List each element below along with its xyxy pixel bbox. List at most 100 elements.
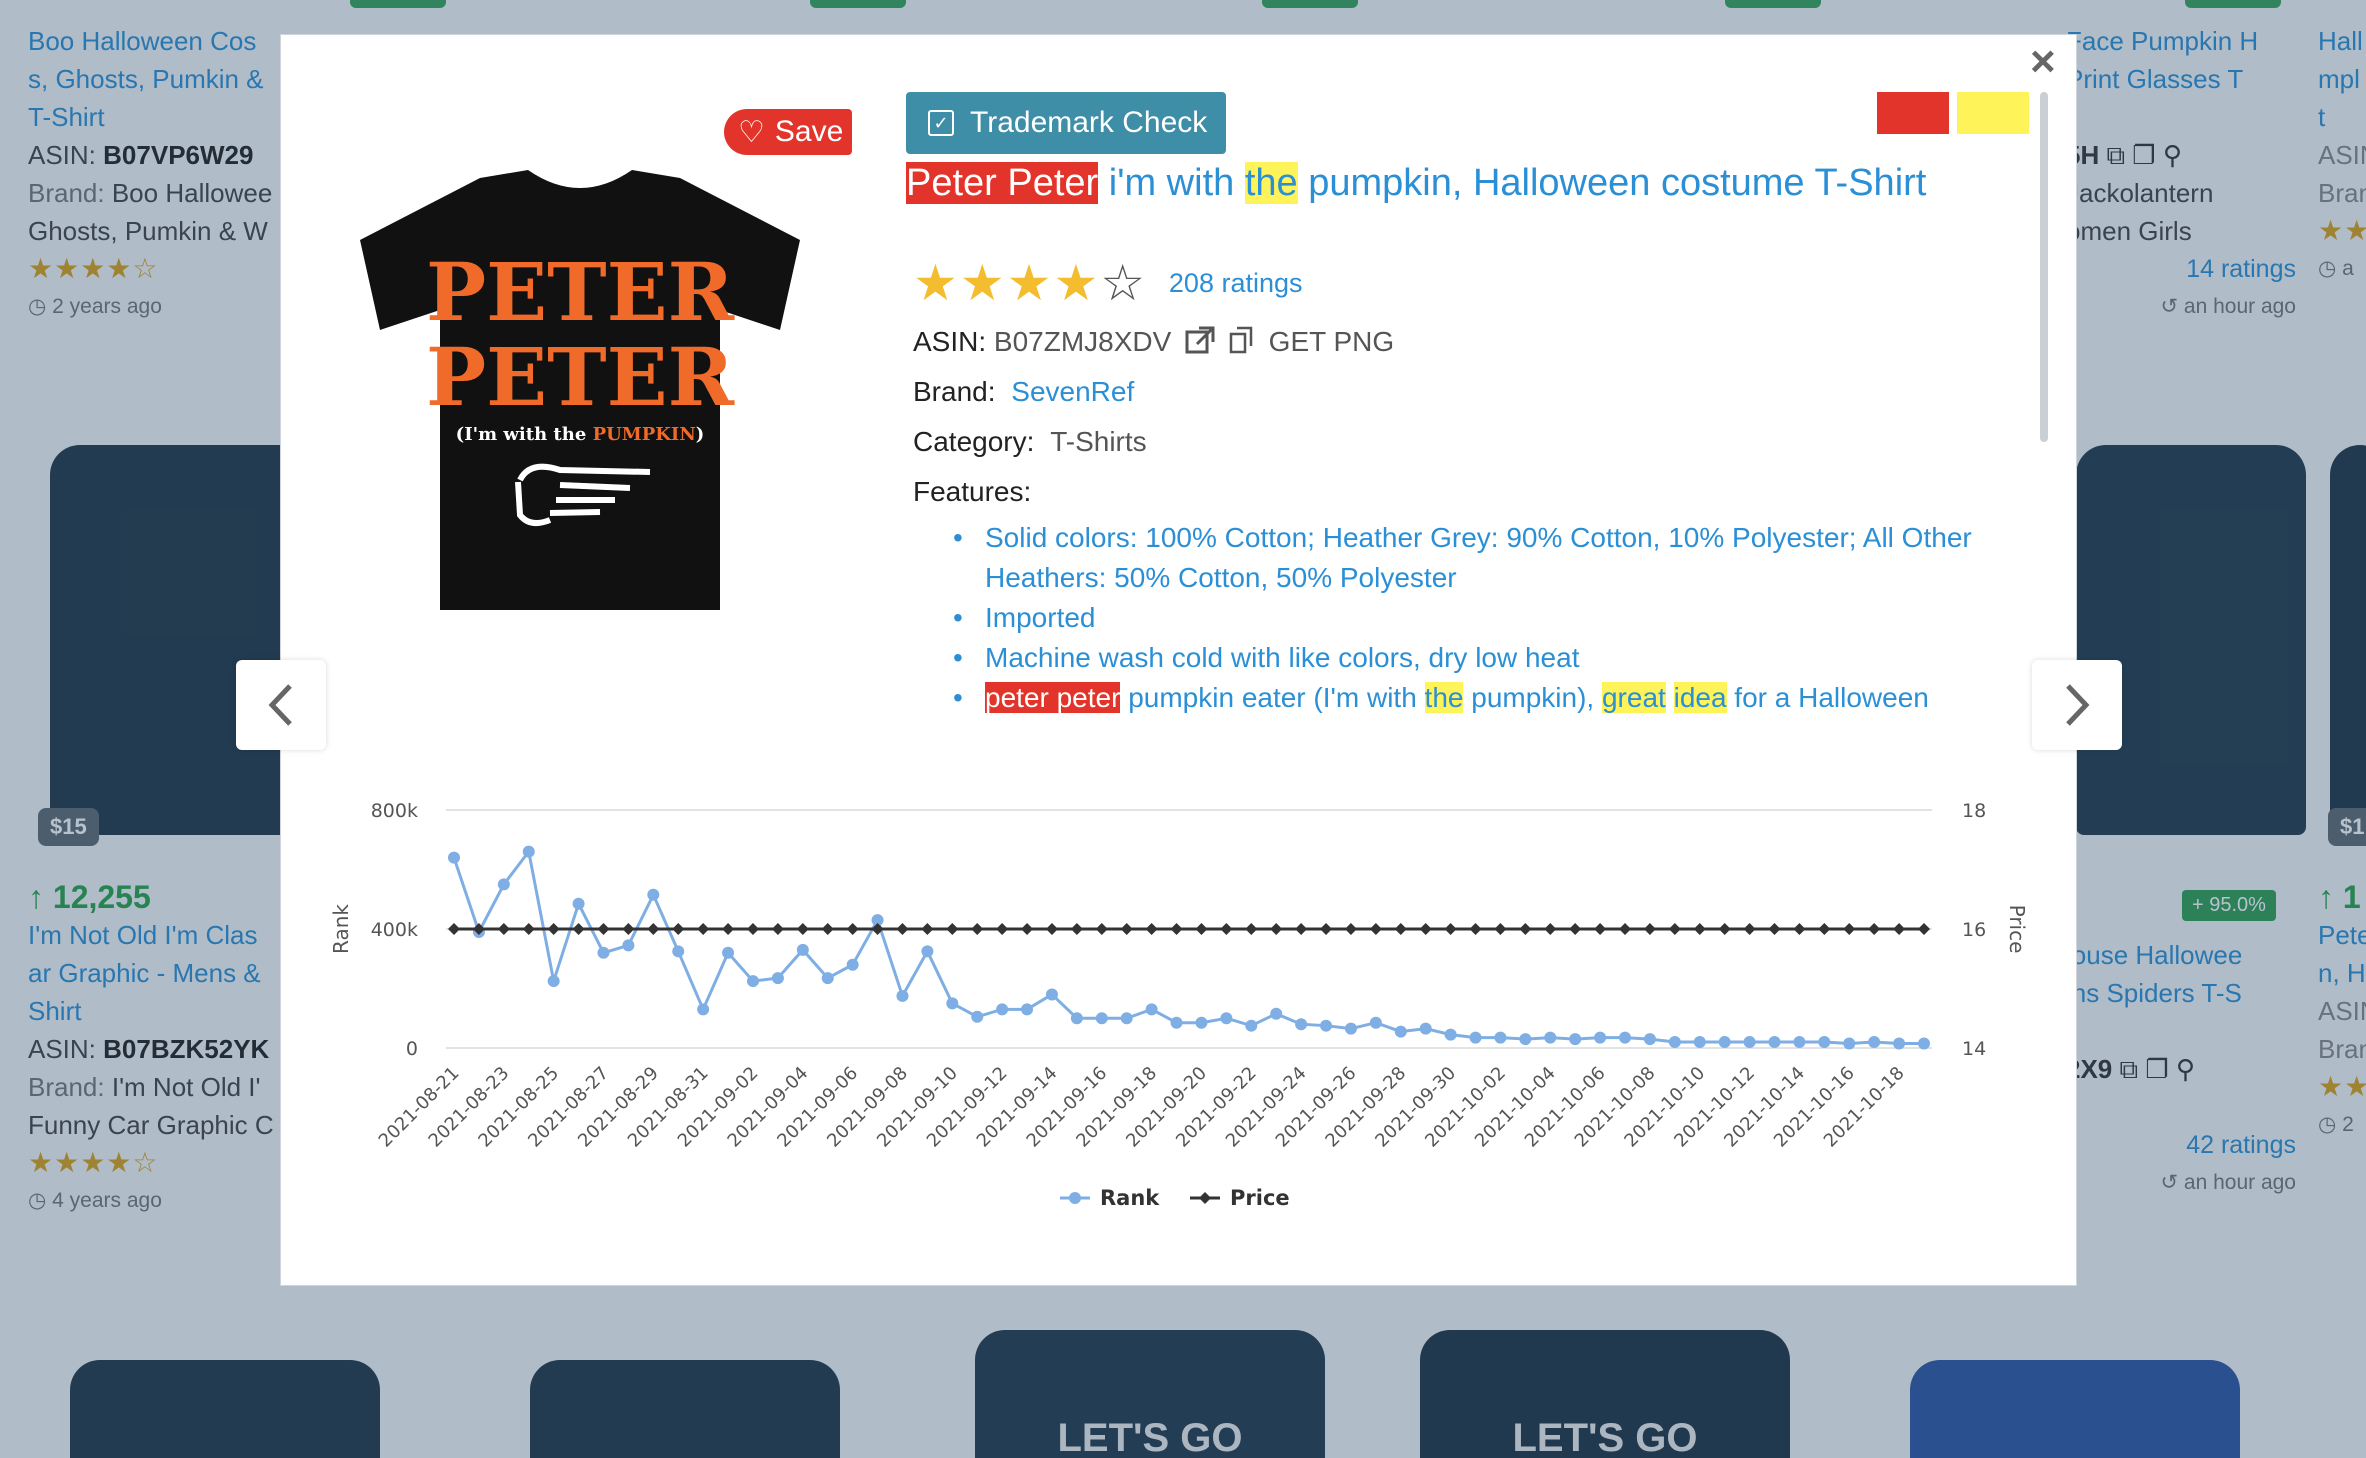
price-point [572,923,585,935]
price-point [1693,923,1706,935]
price-point [846,923,859,935]
price-point [971,923,984,935]
features-label: Features: [913,476,1032,507]
price-point [771,923,784,935]
price-point [1095,923,1108,935]
rank-point [1893,1037,1906,1050]
y2-tick-label: 18 [1962,800,1986,822]
save-button[interactable]: ♡ Save [724,109,852,155]
rank-point [1245,1019,1258,1032]
rank-point [1793,1036,1806,1049]
copy-icon[interactable] [1229,326,1253,354]
y2-tick-label: 14 [1962,1038,1986,1060]
rank-point [1070,1012,1083,1025]
rank-point [846,958,859,971]
highlight-swatch-red[interactable] [1877,92,1949,134]
rank-point [1643,1033,1656,1046]
product-title[interactable]: Peter Peter i'm with the pumpkin, Hallow… [906,158,1926,208]
rank-point [1394,1025,1407,1038]
price-point [522,923,535,935]
rank-point [896,989,909,1002]
next-button[interactable] [2032,660,2122,750]
external-link-icon[interactable] [1185,326,1215,354]
get-png-button[interactable]: GET PNG [1269,326,1395,357]
price-point [697,923,710,935]
rank-point [497,878,510,891]
rank-point [1594,1031,1607,1044]
rank-point [1320,1019,1333,1032]
product-image[interactable]: PETER PETER (I'm with the PUMPKIN) [360,170,800,615]
legend-label: Rank [1100,1186,1160,1210]
rank-point [1818,1036,1831,1049]
legend-label: Price [1230,1186,1290,1210]
price-point [1394,923,1407,935]
price-point [1270,923,1283,935]
price-point [1793,923,1806,935]
trademark-check-button[interactable]: ✓ Trademark Check [906,92,1226,154]
star-rating: ★★★★☆ [913,255,1148,311]
close-button[interactable]: × [2030,40,2056,84]
chevron-right-icon [2066,684,2090,726]
price-point [996,923,1009,935]
heart-icon: ♡ [738,115,765,149]
rank-point [1195,1016,1208,1029]
price-point [497,923,510,935]
rank-point [597,946,610,959]
rank-point [1768,1036,1781,1049]
rank-point [1344,1022,1357,1035]
rank-price-chart: 800k400k0181614Rank Price2021-08-212021-0… [329,800,2029,1210]
price-point [896,923,909,935]
rank-point [722,946,735,959]
rank-point [547,975,560,988]
feature-item: Machine wash cold with like colors, dry … [953,638,2023,678]
rank-point [1369,1016,1382,1029]
rank-point [1494,1031,1507,1044]
rank-point [1095,1012,1108,1025]
save-label: Save [774,115,844,148]
price-point [1444,923,1457,935]
rank-point [796,943,809,956]
price-point [1120,923,1133,935]
rank-point [821,972,834,985]
rank-point [1544,1031,1557,1044]
rank-point [1045,988,1058,1001]
brand-link[interactable]: SevenRef [1011,376,1134,407]
legend-marker [1069,1192,1081,1204]
rank-point [1743,1036,1756,1049]
rank-point [1918,1037,1930,1050]
rank-point [1619,1031,1632,1044]
rank-point [697,1003,710,1016]
price-point [1344,923,1357,935]
rank-point [1270,1007,1283,1020]
product-info: ★★★★☆ 208 ratings ASIN: B07ZMJ8XDV GET P… [913,254,2023,720]
print-line-2: PETER [426,330,735,424]
rank-point [572,897,585,910]
feature-item: Solid colors: 100% Cotton; Heather Grey:… [953,518,2023,598]
price-point [1643,923,1656,935]
ratings-link[interactable]: 208 ratings [1169,268,1303,298]
rank-point [647,888,660,901]
y-tick-label: 400k [371,919,418,941]
y-axis-label: Rank [329,904,353,954]
price-point [622,923,635,935]
rank-point [1469,1031,1482,1044]
price-point [1045,923,1058,935]
rank-point [1668,1036,1681,1049]
highlight-swatch-yellow[interactable] [1957,92,2029,134]
rank-point [1693,1036,1706,1049]
price-point [1843,923,1856,935]
price-point [1594,923,1607,935]
prev-button[interactable] [236,660,326,750]
print-line-3: (I'm with the PUMPKIN) [456,424,705,445]
info-scrollbar[interactable] [2040,92,2048,442]
rank-point [971,1010,984,1023]
checkbox-icon: ✓ [928,110,954,136]
price-point [1245,923,1258,935]
price-point [1070,923,1083,935]
price-point [1295,923,1308,935]
price-point [1195,923,1208,935]
price-point [1170,923,1183,935]
price-point [1619,923,1632,935]
rank-point [1868,1036,1881,1049]
rank-point [1419,1022,1432,1035]
